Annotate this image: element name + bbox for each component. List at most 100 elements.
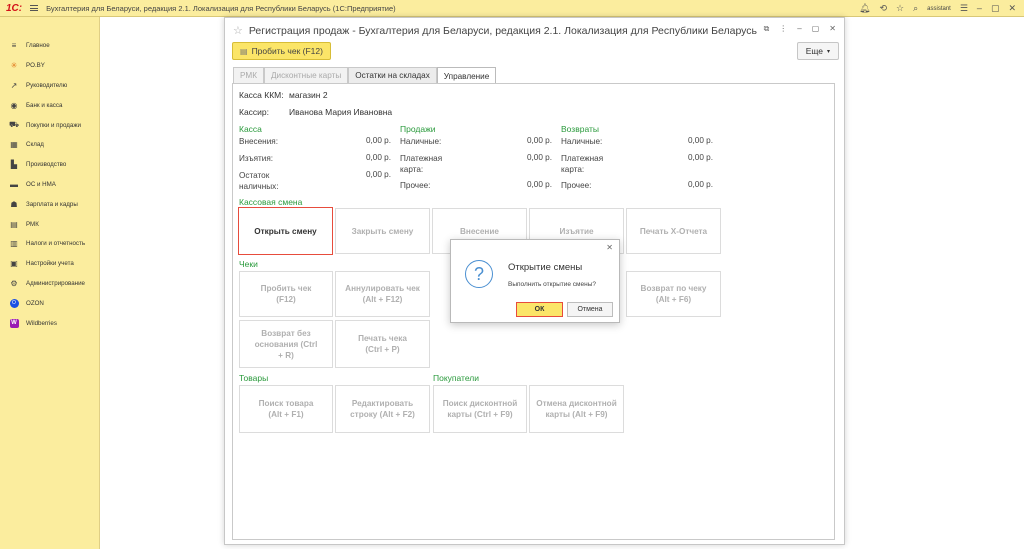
dialog-title: Открытие смены — [508, 262, 583, 273]
print-x-report-button[interactable]: Печать X-Отчета — [626, 208, 721, 254]
close-icon[interactable]: ✕ — [829, 24, 836, 34]
sidebar-item-label: Руководителю — [26, 81, 68, 89]
tab-bar: РМК Дисконтные карты Остатки на складах … — [233, 67, 497, 84]
sidebar-item-label: Склад — [26, 141, 44, 149]
search-discount-card-button[interactable]: Поиск дисконтной карты (Ctrl + F9) — [433, 385, 527, 433]
sidebar-item-purchases[interactable]: ⛟ Покупки и продажи — [0, 115, 99, 135]
close-icon[interactable]: ✕ — [606, 243, 613, 252]
sidebar-item-settings[interactable]: ▣ Настройки учета — [0, 254, 99, 274]
deposits-value: 0,00 р. — [365, 136, 391, 145]
sidebar-item-poby[interactable]: ✳ PO.BY — [0, 56, 99, 76]
bank-icon: ◉ — [10, 100, 18, 110]
sidebar-item-label: Wildberries — [26, 319, 57, 327]
sidebar-item-salary[interactable]: ☗ Зарплата и кадры — [0, 194, 99, 214]
bell-icon[interactable]: 🔔︎ — [859, 4, 870, 13]
settings-icon: ▣ — [10, 259, 18, 269]
cashier-label: Кассир: — [239, 107, 270, 117]
return-by-check-button[interactable]: Возврат по чеку (Alt + F6) — [626, 271, 721, 317]
cart-icon: ⛟ — [8, 120, 20, 130]
user-name[interactable]: assistant — [927, 6, 951, 12]
tab-management[interactable]: Управление — [436, 67, 497, 84]
close-shift-button[interactable]: Закрыть смену — [335, 208, 430, 254]
factory-icon: ▙ — [10, 160, 18, 170]
return-without-basis-button[interactable]: Возврат без основания (Ctrl + R) — [239, 320, 333, 368]
withdrawals-value: 0,00 р. — [365, 153, 391, 162]
close-icon[interactable]: ✕ — [1008, 4, 1016, 13]
minimize-icon[interactable]: – — [977, 4, 982, 13]
warehouse-icon: ▦ — [10, 140, 18, 150]
cancel-discount-card-button[interactable]: Отмена дисконтной карты (Alt + F9) — [529, 385, 624, 433]
search-icon[interactable]: ⌕ — [913, 4, 918, 13]
settings-icon[interactable]: ☰ — [960, 4, 968, 13]
question-icon: ? — [465, 260, 493, 288]
sidebar-item-label: Главное — [26, 42, 50, 50]
favorite-star-icon[interactable]: ☆ — [233, 24, 243, 37]
kkm-value: магазин 2 — [289, 90, 328, 100]
truck-icon: ▬ — [10, 179, 18, 189]
window-title-bar: ☆ Регистрация продаж - Бухгалтерия для Б… — [233, 24, 757, 38]
more-label: Еще — [805, 46, 823, 56]
main-menu-icon[interactable] — [30, 5, 39, 11]
print-check-action-button[interactable]: Пробить чек (F12) — [239, 271, 333, 317]
wildberries-icon: W — [9, 318, 19, 328]
goods-section-title: Товары — [239, 373, 269, 383]
ok-button[interactable]: ОК — [516, 302, 563, 317]
more-vertical-icon[interactable]: ⋮ — [779, 24, 787, 34]
cashier-value: Иванова Мария Ивановна — [289, 107, 393, 117]
sidebar-item-rmk[interactable]: ▤ РМК — [0, 214, 99, 234]
sidebar-item-label: ОС и НМА — [26, 180, 56, 188]
open-shift-button[interactable]: Открыть смену — [238, 207, 333, 255]
report-icon: ▥ — [10, 239, 18, 249]
edit-row-button[interactable]: Редактировать строку (Alt + F2) — [335, 385, 430, 433]
sales-cash-label: Наличные: — [400, 137, 442, 146]
sidebar-item-admin[interactable]: ⚙ Администрирование — [0, 274, 99, 294]
maximize-icon[interactable]: ▢ — [812, 24, 820, 34]
sidebar-item-manager[interactable]: ↗ Руководителю — [0, 76, 99, 96]
sun-icon: ✳ — [10, 61, 18, 71]
sidebar-item-label: Покупки и продажи — [26, 121, 81, 129]
ozon-icon: O — [9, 298, 19, 308]
sidebar-item-warehouse[interactable]: ▦ Склад — [0, 135, 99, 155]
link-icon[interactable]: ⧉ — [764, 24, 770, 34]
app-title: Бухгалтерия для Беларуси, редакция 2.1. … — [46, 3, 396, 13]
tab-stock[interactable]: Остатки на складах — [348, 67, 437, 83]
top-right-tools: 🔔︎ ⟲ ☆ ⌕ assistant ☰ – ▢ ✕ — [859, 0, 1024, 17]
cancel-check-button[interactable]: Аннулировать чек (Alt + F12) — [335, 271, 430, 317]
top-bar: 1С: Бухгалтерия для Беларуси, редакция 2… — [0, 0, 1024, 17]
sidebar-item-wildberries[interactable]: W Wildberries — [0, 313, 99, 333]
returns-cash-label: Наличные: — [561, 137, 603, 146]
print-check-label: Пробить чек (F12) — [251, 46, 323, 56]
sidebar-item-bank[interactable]: ◉ Банк и касса — [0, 95, 99, 115]
sidebar-item-label: Налоги и отчетность — [26, 240, 86, 248]
sidebar-item-ozon[interactable]: O OZON — [0, 293, 99, 313]
history-icon[interactable]: ⟲ — [879, 4, 887, 13]
returns-other-value: 0,00 р. — [687, 180, 713, 189]
sidebar-item-assets[interactable]: ▬ ОС и НМА — [0, 175, 99, 195]
more-button[interactable]: Еще ▾ — [796, 42, 839, 60]
minimize-icon[interactable]: – — [797, 24, 801, 34]
print-check-button[interactable]: ▤ Пробить чек (F12) — [232, 42, 331, 60]
tab-discount-cards[interactable]: Дисконтные карты — [263, 67, 349, 83]
sales-card-value: 0,00 р. — [526, 153, 552, 162]
chevron-down-icon: ▾ — [826, 48, 830, 55]
cancel-button[interactable]: Отмена — [567, 302, 613, 317]
sales-card-label: Платежная карта: — [400, 154, 443, 174]
shift-section-title: Кассовая смена — [239, 197, 303, 207]
people-icon: ☗ — [10, 199, 18, 209]
favorites-icon[interactable]: ☆ — [896, 4, 904, 13]
sidebar-item-label: РМК — [26, 220, 39, 228]
maximize-icon[interactable]: ▢ — [991, 4, 1000, 13]
print-receipt-button[interactable]: Печать чека (Ctrl + P) — [335, 320, 430, 368]
sidebar-item-label: OZON — [26, 299, 44, 307]
receipt-icon: ▤ — [240, 46, 248, 56]
checks-section-title: Чеки — [239, 259, 258, 269]
sidebar-item-taxes[interactable]: ▥ Налоги и отчетность — [0, 234, 99, 254]
menu-icon: ≡ — [11, 41, 17, 51]
sidebar-item-production[interactable]: ▙ Производство — [0, 155, 99, 175]
returns-card-value: 0,00 р. — [687, 153, 713, 162]
search-goods-button[interactable]: Поиск товара (Alt + F1) — [239, 385, 333, 433]
sidebar-item-main[interactable]: ≡ Главное — [0, 36, 99, 56]
returns-other-label: Прочее: — [561, 181, 592, 190]
returns-section-title: Возвраты — [561, 124, 599, 134]
tab-rmk[interactable]: РМК — [233, 67, 264, 83]
